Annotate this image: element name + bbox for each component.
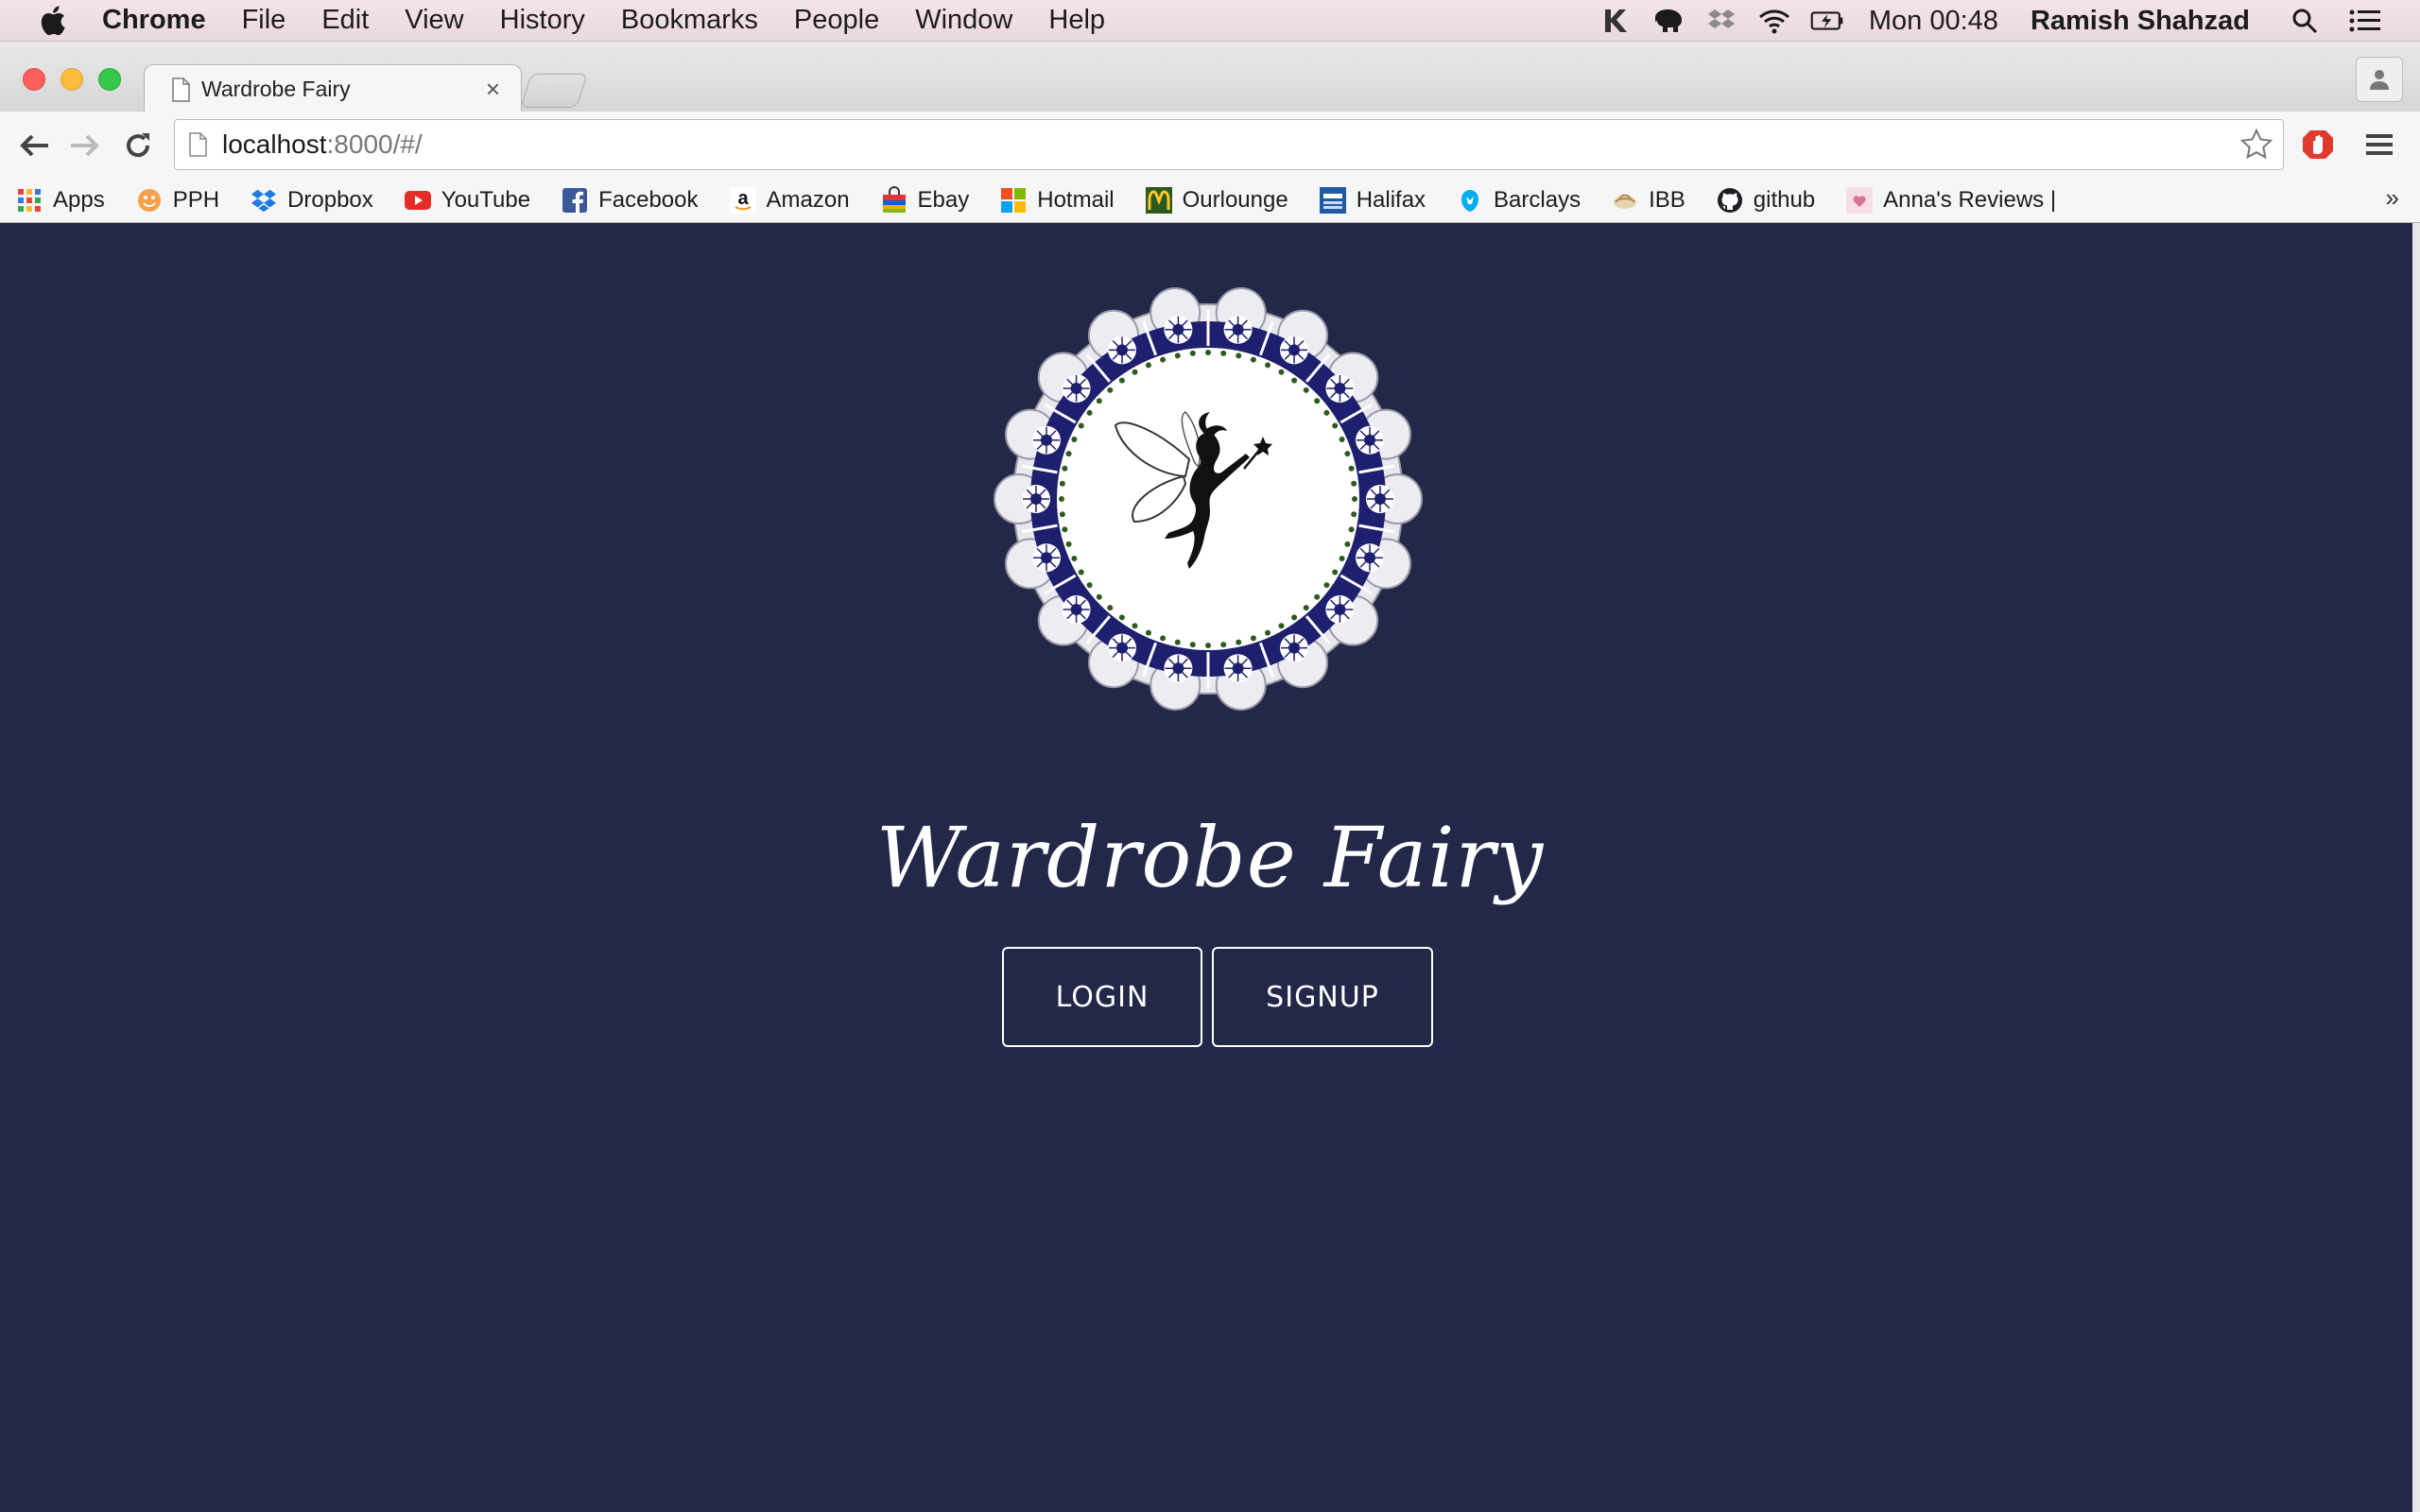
window-minimize-button[interactable] [60,68,83,91]
bookmarks-bar: Apps PPH Dropbox YouTube Facebook a Amaz… [0,178,2420,223]
menu-history[interactable]: History [500,5,585,36]
bookmark-youtube[interactable]: YouTube [404,186,530,215]
bookmark-label: Barclays [1494,186,1582,213]
menu-app-chrome[interactable]: Chrome [102,5,206,36]
tab-title: Wardrobe Fairy [201,77,351,101]
tab-wardrobe-fairy[interactable]: Wardrobe Fairy × [144,64,522,113]
bookmark-halifax[interactable]: Halifax [1319,186,1426,215]
menubar-clock[interactable]: Mon 00:48 [1869,6,1998,37]
dropbox-icon [250,186,278,215]
halifax-icon [1319,186,1347,215]
svg-text:a: a [737,188,749,209]
spotlight-search-icon[interactable] [2288,7,2322,35]
wifi-icon[interactable] [1757,7,1791,35]
evernote-elephant-icon[interactable] [1651,7,1685,35]
amazon-icon: a [729,186,757,215]
login-button[interactable]: LOGIN [1002,947,1202,1047]
facebook-icon [561,186,589,215]
bookmark-label: Apps [53,186,105,213]
menubar-status-area: Mon 00:48 Ramish Shahzad [1580,0,2382,42]
bookmark-ibb[interactable]: IBB [1611,186,1685,215]
tab-close-icon[interactable]: × [486,75,500,104]
url-path: :8000/#/ [326,129,423,159]
bookmark-label: github [1753,186,1816,213]
signup-button[interactable]: SIGNUP [1212,947,1433,1047]
apple-menu-icon[interactable] [38,4,72,38]
bookmark-label: PPH [172,186,220,213]
reload-icon[interactable] [119,127,157,164]
page-favicon-icon [172,77,190,102]
macos-menu-bar: Chrome File Edit View History Bookmarks … [0,0,2420,42]
site-title: Wardrobe Fairy [875,809,1545,906]
bookmark-apps[interactable]: Apps [15,186,105,215]
back-arrow-icon[interactable] [15,127,53,164]
bookmarks-overflow-chevron-icon[interactable]: » [2386,183,2399,213]
address-bar[interactable]: localhost:8000/#/ [174,119,2284,170]
github-octocat-icon [1716,186,1744,215]
browser-toolbar: localhost:8000/#/ [0,112,2420,178]
menu-people[interactable]: People [794,5,879,36]
bookmark-label: Dropbox [287,186,373,213]
bookmark-ourlounge[interactable]: Ourlounge [1145,186,1288,215]
menu-help[interactable]: Help [1048,5,1105,36]
window-zoom-button[interactable] [98,68,121,91]
menu-edit[interactable]: Edit [321,5,369,36]
dropbox-icon[interactable] [1704,7,1738,35]
browser-tab-strip: Wardrobe Fairy × [0,42,2420,113]
youtube-icon [404,186,432,215]
chrome-menu-icon[interactable] [2363,129,2395,161]
url-host: localhost [222,129,327,159]
pph-smiley-icon [135,186,164,215]
ibb-icon [1611,186,1639,215]
forward-arrow-icon[interactable] [66,127,104,164]
bookmark-dropbox[interactable]: Dropbox [250,186,373,215]
bookmark-github[interactable]: github [1716,186,1815,215]
k-icon[interactable] [1599,7,1633,35]
bookmark-facebook[interactable]: Facebook [561,186,699,215]
new-tab-button[interactable] [520,74,588,108]
bookmark-label: Ebay [917,186,970,213]
bookmark-label: Facebook [598,186,699,213]
bookmark-label: IBB [1649,186,1685,213]
barclays-eagle-icon [1456,186,1484,215]
notification-center-icon[interactable] [2348,7,2382,35]
bookmark-annas-reviews[interactable]: Anna's Reviews | [1845,186,2056,215]
microsoft-logo-icon [999,186,1028,215]
apps-grid-icon [15,186,43,215]
bookmark-label: Anna's Reviews | [1883,186,2057,213]
page-info-icon[interactable] [188,132,207,157]
bookmark-label: YouTube [441,186,531,213]
person-icon [2370,70,2389,90]
page-content: Wardrobe Fairy LOGIN SIGNUP [0,223,2412,1512]
adblock-hand-icon[interactable] [2299,125,2337,164]
bookmark-label: Ourlounge [1182,186,1288,213]
menu-view[interactable]: View [405,5,463,36]
bookmark-barclays[interactable]: Barclays [1456,186,1581,215]
battery-icon[interactable] [1810,7,1844,35]
address-url: localhost:8000/#/ [222,129,423,160]
annas-reviews-icon [1845,186,1874,215]
bookmark-hotmail[interactable]: Hotmail [999,186,1115,215]
bookmark-pph[interactable]: PPH [135,186,219,215]
bookmark-amazon[interactable]: a Amazon [729,186,850,215]
bookmark-star-icon[interactable] [2239,128,2273,162]
menubar-user-name[interactable]: Ramish Shahzad [2031,6,2250,37]
window-right-edge [2412,223,2420,1512]
mcdonalds-arches-icon [1145,186,1173,215]
bookmark-label: Halifax [1356,186,1426,213]
menu-window[interactable]: Window [915,5,1012,36]
profile-avatar-button[interactable] [2356,57,2403,102]
ebay-bag-icon [880,185,908,215]
menu-file[interactable]: File [242,5,286,36]
bookmark-label: Hotmail [1037,186,1115,213]
menu-bookmarks[interactable]: Bookmarks [621,5,758,36]
window-close-button[interactable] [23,68,45,91]
bookmark-ebay[interactable]: Ebay [880,185,970,215]
fairy-lace-medallion-logo [994,287,1423,711]
bookmark-label: Amazon [766,186,850,213]
